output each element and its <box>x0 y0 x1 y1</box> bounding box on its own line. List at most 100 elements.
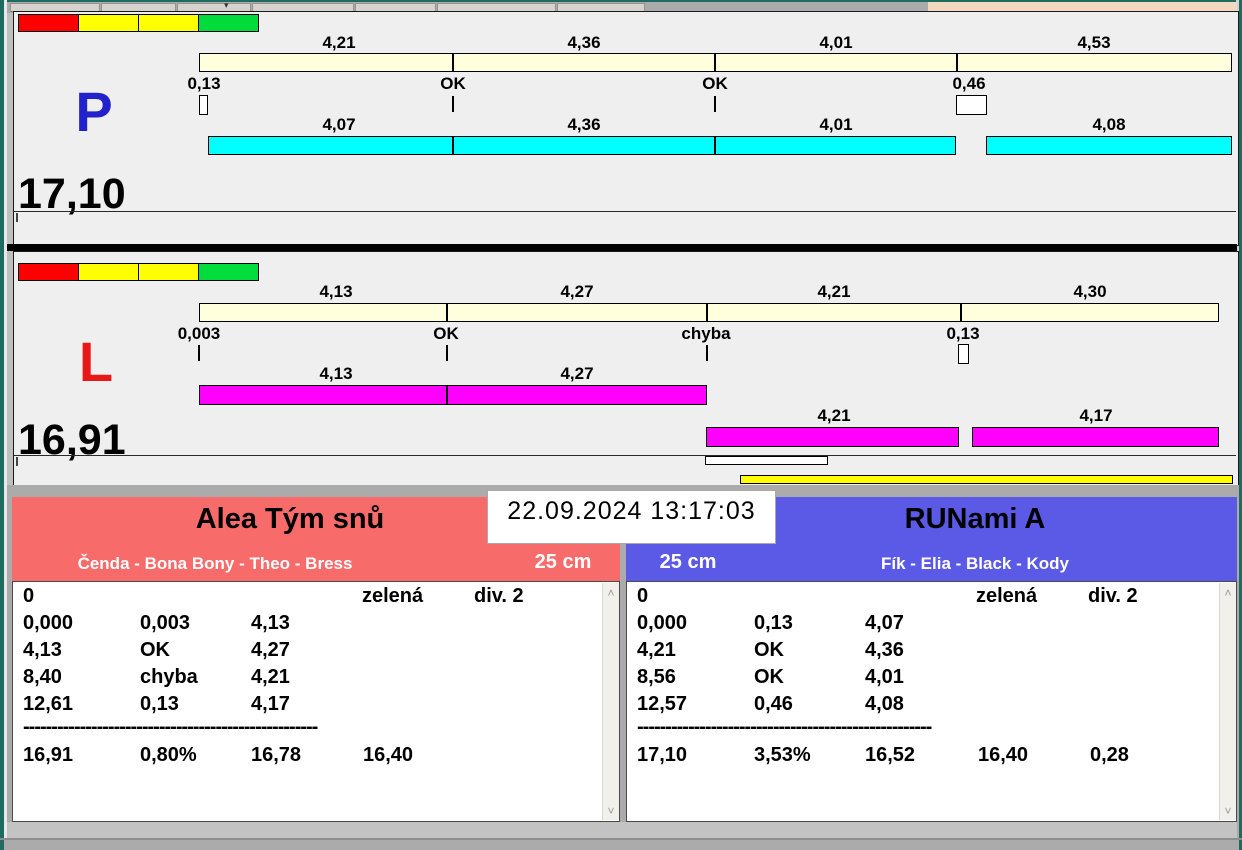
l-strip-line <box>14 455 1236 456</box>
p-run-bar-separator <box>452 136 454 155</box>
result-total: 17,10 <box>637 744 688 766</box>
p-plan-split-4: 4,53 <box>1077 33 1111 52</box>
p-change-tick <box>452 96 454 112</box>
l-progress-white-bar <box>705 456 828 465</box>
l-run-bar-row2a <box>706 427 959 447</box>
p-change-marker-box <box>199 95 208 115</box>
result-cell: div. 2 <box>474 585 524 607</box>
l-run-bar-separator <box>446 385 448 405</box>
result-cell: div. 2 <box>1088 585 1138 607</box>
result-cell: 8,40 <box>23 666 62 688</box>
left-team-category: 25 cm <box>534 551 592 573</box>
result-cell: 4,27 <box>251 639 290 661</box>
result-cell: 0 <box>23 585 35 607</box>
l-run-split-3: 4,21 <box>817 406 851 425</box>
p-section: 4,21 4,36 4,01 4,53 0,13 OK OK 0,46 4,07… <box>13 11 1239 246</box>
p-run-bar-separator <box>714 136 716 155</box>
p-run-bar <box>208 136 956 155</box>
l-run-bar-row2b <box>972 427 1219 447</box>
result-total: 0,28 <box>1090 744 1129 766</box>
left-results-scrollbar[interactable]: ˄ ˅ <box>602 583 619 820</box>
l-plan-split-3: 4,21 <box>817 282 851 301</box>
result-cell: zelená <box>362 585 424 607</box>
p-side-letter: P <box>75 80 113 143</box>
p-plan-bar-separator <box>956 53 958 72</box>
result-cell: OK <box>754 639 784 661</box>
p-plan-split-2: 4,36 <box>567 33 601 52</box>
l-change-2: OK <box>433 324 459 343</box>
status-light-yellow-2 <box>138 14 199 32</box>
result-cell: 0,13 <box>754 612 793 634</box>
section-divider <box>7 244 1237 251</box>
result-cell: 4,36 <box>865 639 904 661</box>
right-results-scrollbar[interactable]: ˄ ˅ <box>1219 583 1236 820</box>
l-change-marker-box <box>958 344 969 364</box>
p-change-4: 0,46 <box>952 74 986 93</box>
status-light-green <box>198 263 259 281</box>
l-change-1: 0,003 <box>177 324 221 343</box>
p-run-split-3: 4,01 <box>819 115 853 134</box>
p-strip-line <box>14 211 1236 212</box>
status-light-yellow-1 <box>78 263 139 281</box>
datetime-display: 22.09.2024 13:17:03 <box>487 490 776 544</box>
result-cell: zelená <box>976 585 1038 607</box>
result-total: 16,78 <box>251 744 302 766</box>
result-cell: 0 <box>637 585 649 607</box>
l-run-split-1: 4,13 <box>319 364 353 383</box>
result-cell: 4,08 <box>865 693 904 715</box>
result-cell: 8,56 <box>637 666 676 688</box>
l-plan-bar-separator <box>446 303 448 322</box>
result-cell: 0,46 <box>754 693 793 715</box>
l-section: 4,13 4,27 4,21 4,30 0,003 OK chyba 0,13 … <box>13 251 1239 487</box>
left-results-panel: 0 zelená div. 2 0,000 0,003 4,13 4,13 OK… <box>12 581 620 822</box>
p-plan-bar-separator <box>452 53 454 72</box>
l-change-tick <box>706 345 708 361</box>
l-plan-bar-separator <box>960 303 962 322</box>
right-results-panel: 0 zelená div. 2 0,000 0,13 4,07 4,21 OK … <box>626 581 1237 822</box>
p-run-split-2: 4,36 <box>567 115 601 134</box>
result-cell: 4,13 <box>251 612 290 634</box>
l-run-bar-row1 <box>199 385 707 405</box>
result-cell: 0,000 <box>637 612 688 634</box>
l-change-3: chyba <box>681 324 731 343</box>
result-cell: 4,13 <box>23 639 62 661</box>
p-run-split-1: 4,07 <box>322 115 356 134</box>
bottom-strip-upper <box>7 822 1237 838</box>
l-plan-split-2: 4,27 <box>560 282 594 301</box>
status-light-green <box>198 14 259 32</box>
right-team-category: 25 cm <box>659 551 717 573</box>
result-total: 3,53% <box>754 744 811 766</box>
l-progress-yellow-bar <box>740 475 1233 484</box>
result-total: 16,40 <box>363 744 414 766</box>
result-cell: OK <box>754 666 784 688</box>
p-change-1: 0,13 <box>187 74 221 93</box>
scroll-down-icon[interactable]: ˅ <box>1220 805 1236 817</box>
result-total: 0,80% <box>140 744 197 766</box>
l-plan-split-4: 4,30 <box>1073 282 1107 301</box>
scroll-up-icon[interactable]: ˄ <box>603 587 619 599</box>
flyball-timing-window: ▾ 4,21 4,36 4,01 4,53 0,13 OK OK 0,46 4,… <box>0 0 1242 850</box>
p-change-marker-box <box>956 95 987 115</box>
result-cell: 4,07 <box>865 612 904 634</box>
status-light-red <box>18 263 79 281</box>
p-total-time: 17,10 <box>18 170 126 218</box>
p-change-tick <box>714 96 716 112</box>
l-change-tick <box>198 345 200 361</box>
scroll-down-icon[interactable]: ˅ <box>603 805 619 817</box>
status-light-yellow-2 <box>138 263 199 281</box>
status-light-yellow-1 <box>78 14 139 32</box>
result-cell: 4,21 <box>637 639 676 661</box>
datetime-text: 22.09.2024 13:17:03 <box>507 497 756 525</box>
result-cell: 0,003 <box>140 612 191 634</box>
l-plan-bar <box>199 303 1219 322</box>
result-total: 16,40 <box>978 744 1029 766</box>
scroll-up-icon[interactable]: ˄ <box>1220 587 1236 599</box>
result-cell: OK <box>140 639 170 661</box>
result-cell: 0,000 <box>23 612 74 634</box>
l-plan-split-1: 4,13 <box>319 282 353 301</box>
dropdown-arrow-icon[interactable]: ▾ <box>224 0 229 11</box>
status-light-red <box>18 14 79 32</box>
l-run-split-2: 4,27 <box>560 364 594 383</box>
p-run-split-4: 4,08 <box>1092 115 1126 134</box>
l-change-4: 0,13 <box>946 324 980 343</box>
